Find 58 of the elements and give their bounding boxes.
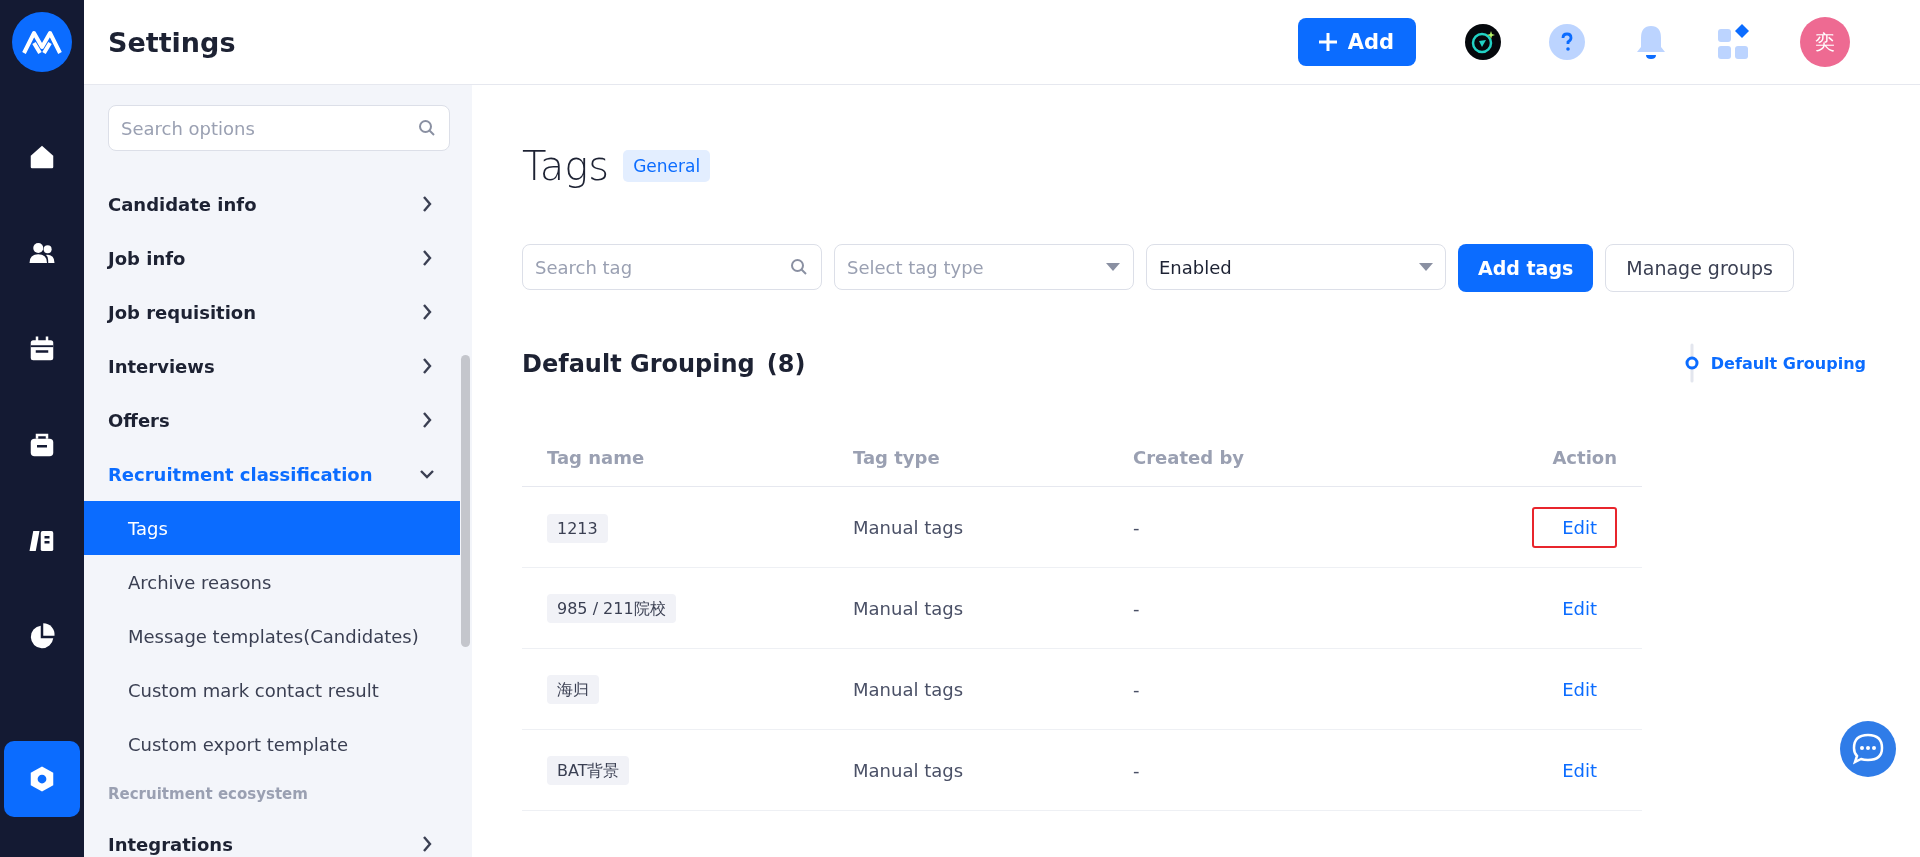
menu-item[interactable]: Job info <box>84 231 460 285</box>
submenu-item[interactable]: Custom export template <box>84 717 460 771</box>
edit-link[interactable]: Edit <box>1532 506 1617 548</box>
group-title: Default Grouping <box>522 350 755 378</box>
table-cell: Manual tags <box>853 597 964 619</box>
column-header: Action <box>1552 447 1617 468</box>
plus-icon <box>1317 32 1338 52</box>
group-count: (8) <box>766 350 806 378</box>
table-cell: - <box>1133 678 1140 700</box>
submenu-item[interactable]: Tags <box>84 501 460 555</box>
column-header: Tag type <box>853 447 940 468</box>
table-cell: - <box>1133 597 1140 619</box>
compass-icon[interactable] <box>1464 23 1502 61</box>
table-cell: Manual tags <box>853 516 964 538</box>
section-label: Recruitment ecosystem <box>107 784 309 805</box>
submenu-item[interactable]: Message templates(Candidates) <box>84 609 460 663</box>
table-cell: Manual tags <box>853 759 964 781</box>
tag-type-select[interactable]: Select tag type <box>834 244 1134 290</box>
table-cell: Manual tags <box>853 678 964 700</box>
page-title: Settings <box>108 26 237 58</box>
menu-item[interactable]: Integrations <box>84 817 460 857</box>
scrollbar[interactable] <box>461 355 470 647</box>
column-header: Created by <box>1133 447 1245 468</box>
menu-item[interactable]: Recruitment classification <box>84 447 460 501</box>
tag-chip: 985 / 211院校 <box>547 593 676 623</box>
add-button[interactable]: Add <box>1297 18 1416 66</box>
help-icon[interactable] <box>1548 23 1586 61</box>
search-field[interactable]: Search options <box>108 105 450 151</box>
settings-icon[interactable] <box>4 741 80 817</box>
edit-link[interactable]: Edit <box>1532 668 1617 710</box>
anchor-dot-icon <box>1684 343 1699 383</box>
menu-item[interactable]: Candidate info <box>84 177 460 231</box>
edit-link[interactable]: Edit <box>1532 587 1617 629</box>
app-logo[interactable] <box>12 12 72 72</box>
submenu-item[interactable]: Archive reasons <box>84 555 460 609</box>
menu-item[interactable]: Offers <box>84 393 460 447</box>
submenu-item[interactable]: Custom mark contact result <box>84 663 460 717</box>
search-icon <box>418 119 436 137</box>
chat-icon[interactable] <box>1840 721 1896 777</box>
menu-item[interactable]: Job requisition <box>84 285 460 339</box>
tag-chip: BAT背景 <box>547 755 630 785</box>
column-header: Tag name <box>547 447 645 468</box>
menu-item[interactable]: Interviews <box>84 339 460 393</box>
caret-icon <box>1106 262 1120 272</box>
table-cell: - <box>1133 759 1140 781</box>
add-tags-button[interactable]: Add tags <box>1458 244 1594 292</box>
page-heading: Tags <box>522 143 610 189</box>
tag-chip: 海归 <box>547 674 599 704</box>
status-select[interactable]: Enabled <box>1146 244 1446 290</box>
category-badge: General <box>623 150 711 182</box>
table-cell: - <box>1133 516 1140 538</box>
search-field[interactable]: Search tag <box>522 244 822 290</box>
manage-groups-button[interactable]: Manage groups <box>1605 244 1794 292</box>
tag-chip: 1213 <box>547 513 608 543</box>
anchor-link[interactable]: Default Grouping <box>1678 342 1872 384</box>
search-icon <box>790 258 808 276</box>
caret-icon <box>1419 262 1433 272</box>
edit-link[interactable]: Edit <box>1532 749 1617 791</box>
